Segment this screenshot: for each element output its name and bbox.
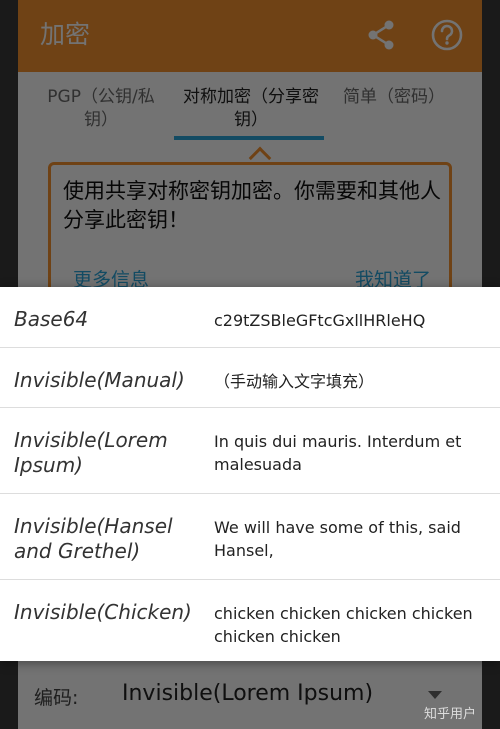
encoding-label: 编码: [34,687,79,709]
encoding-popup-list: Base64 c29tZSBleGFtcGxllHRleHQ Invisible… [0,287,500,661]
option-invisible-manual[interactable]: Invisible(Manual) （手动输入文字填充） [0,347,500,407]
tip-bubble: 使用共享对称密钥加密。你需要和其他人分享此密钥！ 更多信息 我知道了 [48,162,452,302]
option-base64[interactable]: Base64 c29tZSBleGFtcGxllHRleHQ [0,287,500,347]
app-title: 加密 [40,20,91,49]
dropdown-arrow-icon[interactable] [428,691,442,699]
share-icon[interactable] [364,18,398,52]
option-name: Invisible(Chicken) [14,600,192,624]
option-invisible-chicken[interactable]: Invisible(Chicken) chicken chicken chick… [0,579,500,661]
option-sample: （手动输入文字填充） [214,372,375,391]
option-name: Invisible(Hansel and Grethel) [14,514,173,563]
tab-pgp[interactable]: PGP（公钥/私钥） [36,86,166,132]
option-name: Base64 [14,307,89,331]
option-name: Invisible(Manual) [14,368,185,392]
option-sample: chicken chicken chicken chicken chicken … [214,604,473,646]
option-name: Invisible(Lorem Ipsum) [14,428,168,477]
option-sample: c29tZSBleGFtcGxllHRleHQ [214,311,426,330]
option-sample: In quis dui mauris. Interdum et malesuad… [214,432,462,474]
help-icon[interactable] [430,18,464,52]
option-invisible-lorem-ipsum[interactable]: Invisible(Lorem Ipsum) In quis dui mauri… [0,407,500,493]
tab-bar: PGP（公钥/私钥） 对称加密（分享密钥） 简单（密码） [18,72,482,142]
encoding-row: 编码: Invisible(Lorem Ipsum) [18,663,482,729]
app-bar: 加密 [18,0,482,72]
option-sample: We will have some of this, said Hansel, [214,518,461,560]
option-invisible-hansel-and-grethel[interactable]: Invisible(Hansel and Grethel) We will ha… [0,493,500,579]
tip-text: 使用共享对称密钥加密。你需要和其他人分享此密钥！ [63,179,441,232]
encoding-select[interactable]: Invisible(Lorem Ipsum) [122,681,373,706]
tab-symmetric[interactable]: 对称加密（分享密钥） [178,86,324,132]
watermark: 知乎用户 [424,707,477,722]
tab-selected-indicator [174,136,324,140]
tab-simple[interactable]: 简单（密码） [334,86,454,109]
